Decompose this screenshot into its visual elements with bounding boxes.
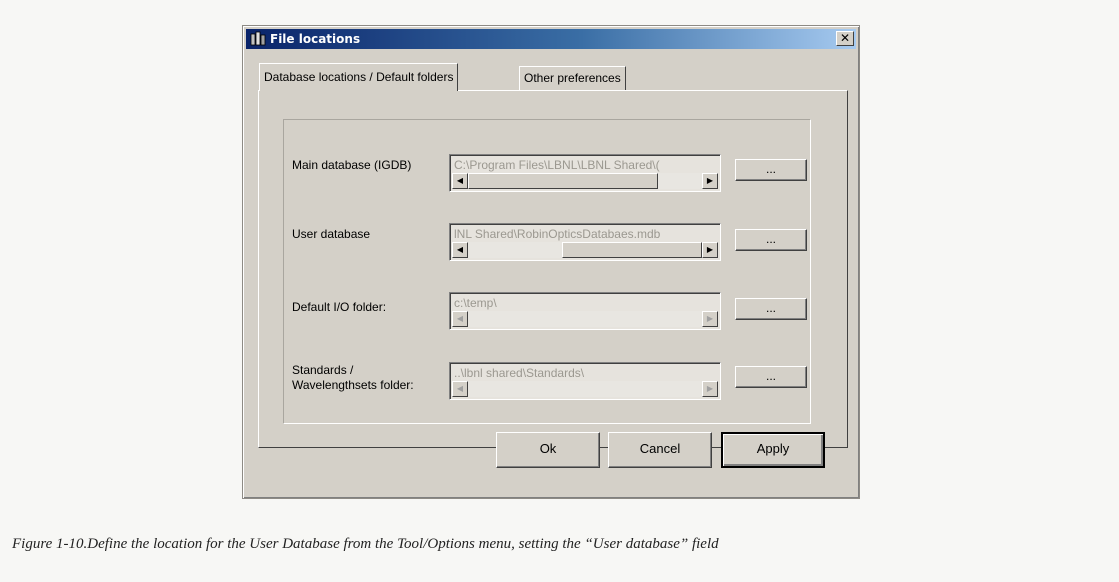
default-io-folder-field[interactable]: c:\temp\ ◀ ▶: [449, 292, 721, 330]
standards-folder-scrollbar[interactable]: ◀ ▶: [452, 381, 718, 397]
tab-other-preferences[interactable]: Other preferences: [519, 66, 626, 90]
default-io-folder-label: Default I/O folder:: [292, 300, 387, 314]
default-io-folder-scrollbar[interactable]: ◀ ▶: [452, 311, 718, 327]
cancel-button[interactable]: Cancel: [608, 432, 712, 468]
tab-other-preferences-label: Other preferences: [524, 71, 621, 85]
default-io-folder-browse-button[interactable]: ...: [735, 298, 807, 320]
scroll-right-arrow-icon[interactable]: ▶: [702, 242, 718, 258]
scroll-right-arrow-icon[interactable]: ▶: [702, 311, 718, 327]
main-database-scrollbar[interactable]: ◀ ▶: [452, 173, 718, 189]
scroll-left-arrow-icon[interactable]: ◀: [452, 242, 468, 258]
user-database-value: lNL Shared\RobinOpticsDatabaes.mdb: [454, 227, 661, 241]
scroll-right-arrow-icon[interactable]: ▶: [702, 173, 718, 189]
main-database-value: C:\Program Files\LBNL\LBNL Shared\(: [454, 158, 660, 172]
standards-label-line1: Standards /: [292, 363, 354, 377]
tab-panel: Main database (IGDB) C:\Program Files\LB…: [258, 90, 848, 448]
scroll-thumb[interactable]: [468, 173, 658, 189]
scroll-left-arrow-icon[interactable]: ◀: [452, 381, 468, 397]
scroll-right-arrow-icon[interactable]: ▶: [702, 381, 718, 397]
locations-group: Main database (IGDB) C:\Program Files\LB…: [283, 119, 811, 424]
apply-button[interactable]: Apply: [721, 432, 825, 468]
figure-caption: Figure 1-10.Define the location for the …: [12, 536, 719, 552]
scroll-thumb[interactable]: [562, 242, 702, 258]
ok-button[interactable]: Ok: [496, 432, 600, 468]
standards-folder-value: ..\lbnl shared\Standards\: [454, 366, 585, 380]
standards-folder-field[interactable]: ..\lbnl shared\Standards\ ◀ ▶: [449, 362, 721, 400]
main-database-browse-button[interactable]: ...: [735, 159, 807, 181]
close-icon: ✕: [839, 31, 851, 45]
user-database-label: User database: [292, 227, 371, 241]
default-io-folder-value: c:\temp\: [454, 296, 497, 310]
app-icon: [250, 31, 266, 46]
scroll-left-arrow-icon[interactable]: ◀: [452, 311, 468, 327]
main-database-field[interactable]: C:\Program Files\LBNL\LBNL Shared\( ◀ ▶: [449, 154, 721, 192]
standards-folder-browse-button[interactable]: ...: [735, 366, 807, 388]
title-bar[interactable]: File locations ✕: [246, 29, 856, 49]
standards-label-line2: Wavelengthsets folder:: [292, 378, 414, 392]
user-database-field[interactable]: lNL Shared\RobinOpticsDatabaes.mdb ◀ ▶: [449, 223, 721, 261]
window-title: File locations: [270, 32, 361, 46]
scroll-left-arrow-icon[interactable]: ◀: [452, 173, 468, 189]
close-button[interactable]: ✕: [836, 31, 854, 46]
main-database-label: Main database (IGDB): [292, 158, 412, 172]
tab-database-locations-label: Database locations / Default folders: [264, 70, 454, 84]
user-database-browse-button[interactable]: ...: [735, 229, 807, 251]
tab-database-locations[interactable]: Database locations / Default folders: [259, 63, 459, 91]
user-database-scrollbar[interactable]: ◀ ▶: [452, 242, 718, 258]
file-locations-dialog: File locations ✕ Database locations / De…: [242, 25, 860, 499]
